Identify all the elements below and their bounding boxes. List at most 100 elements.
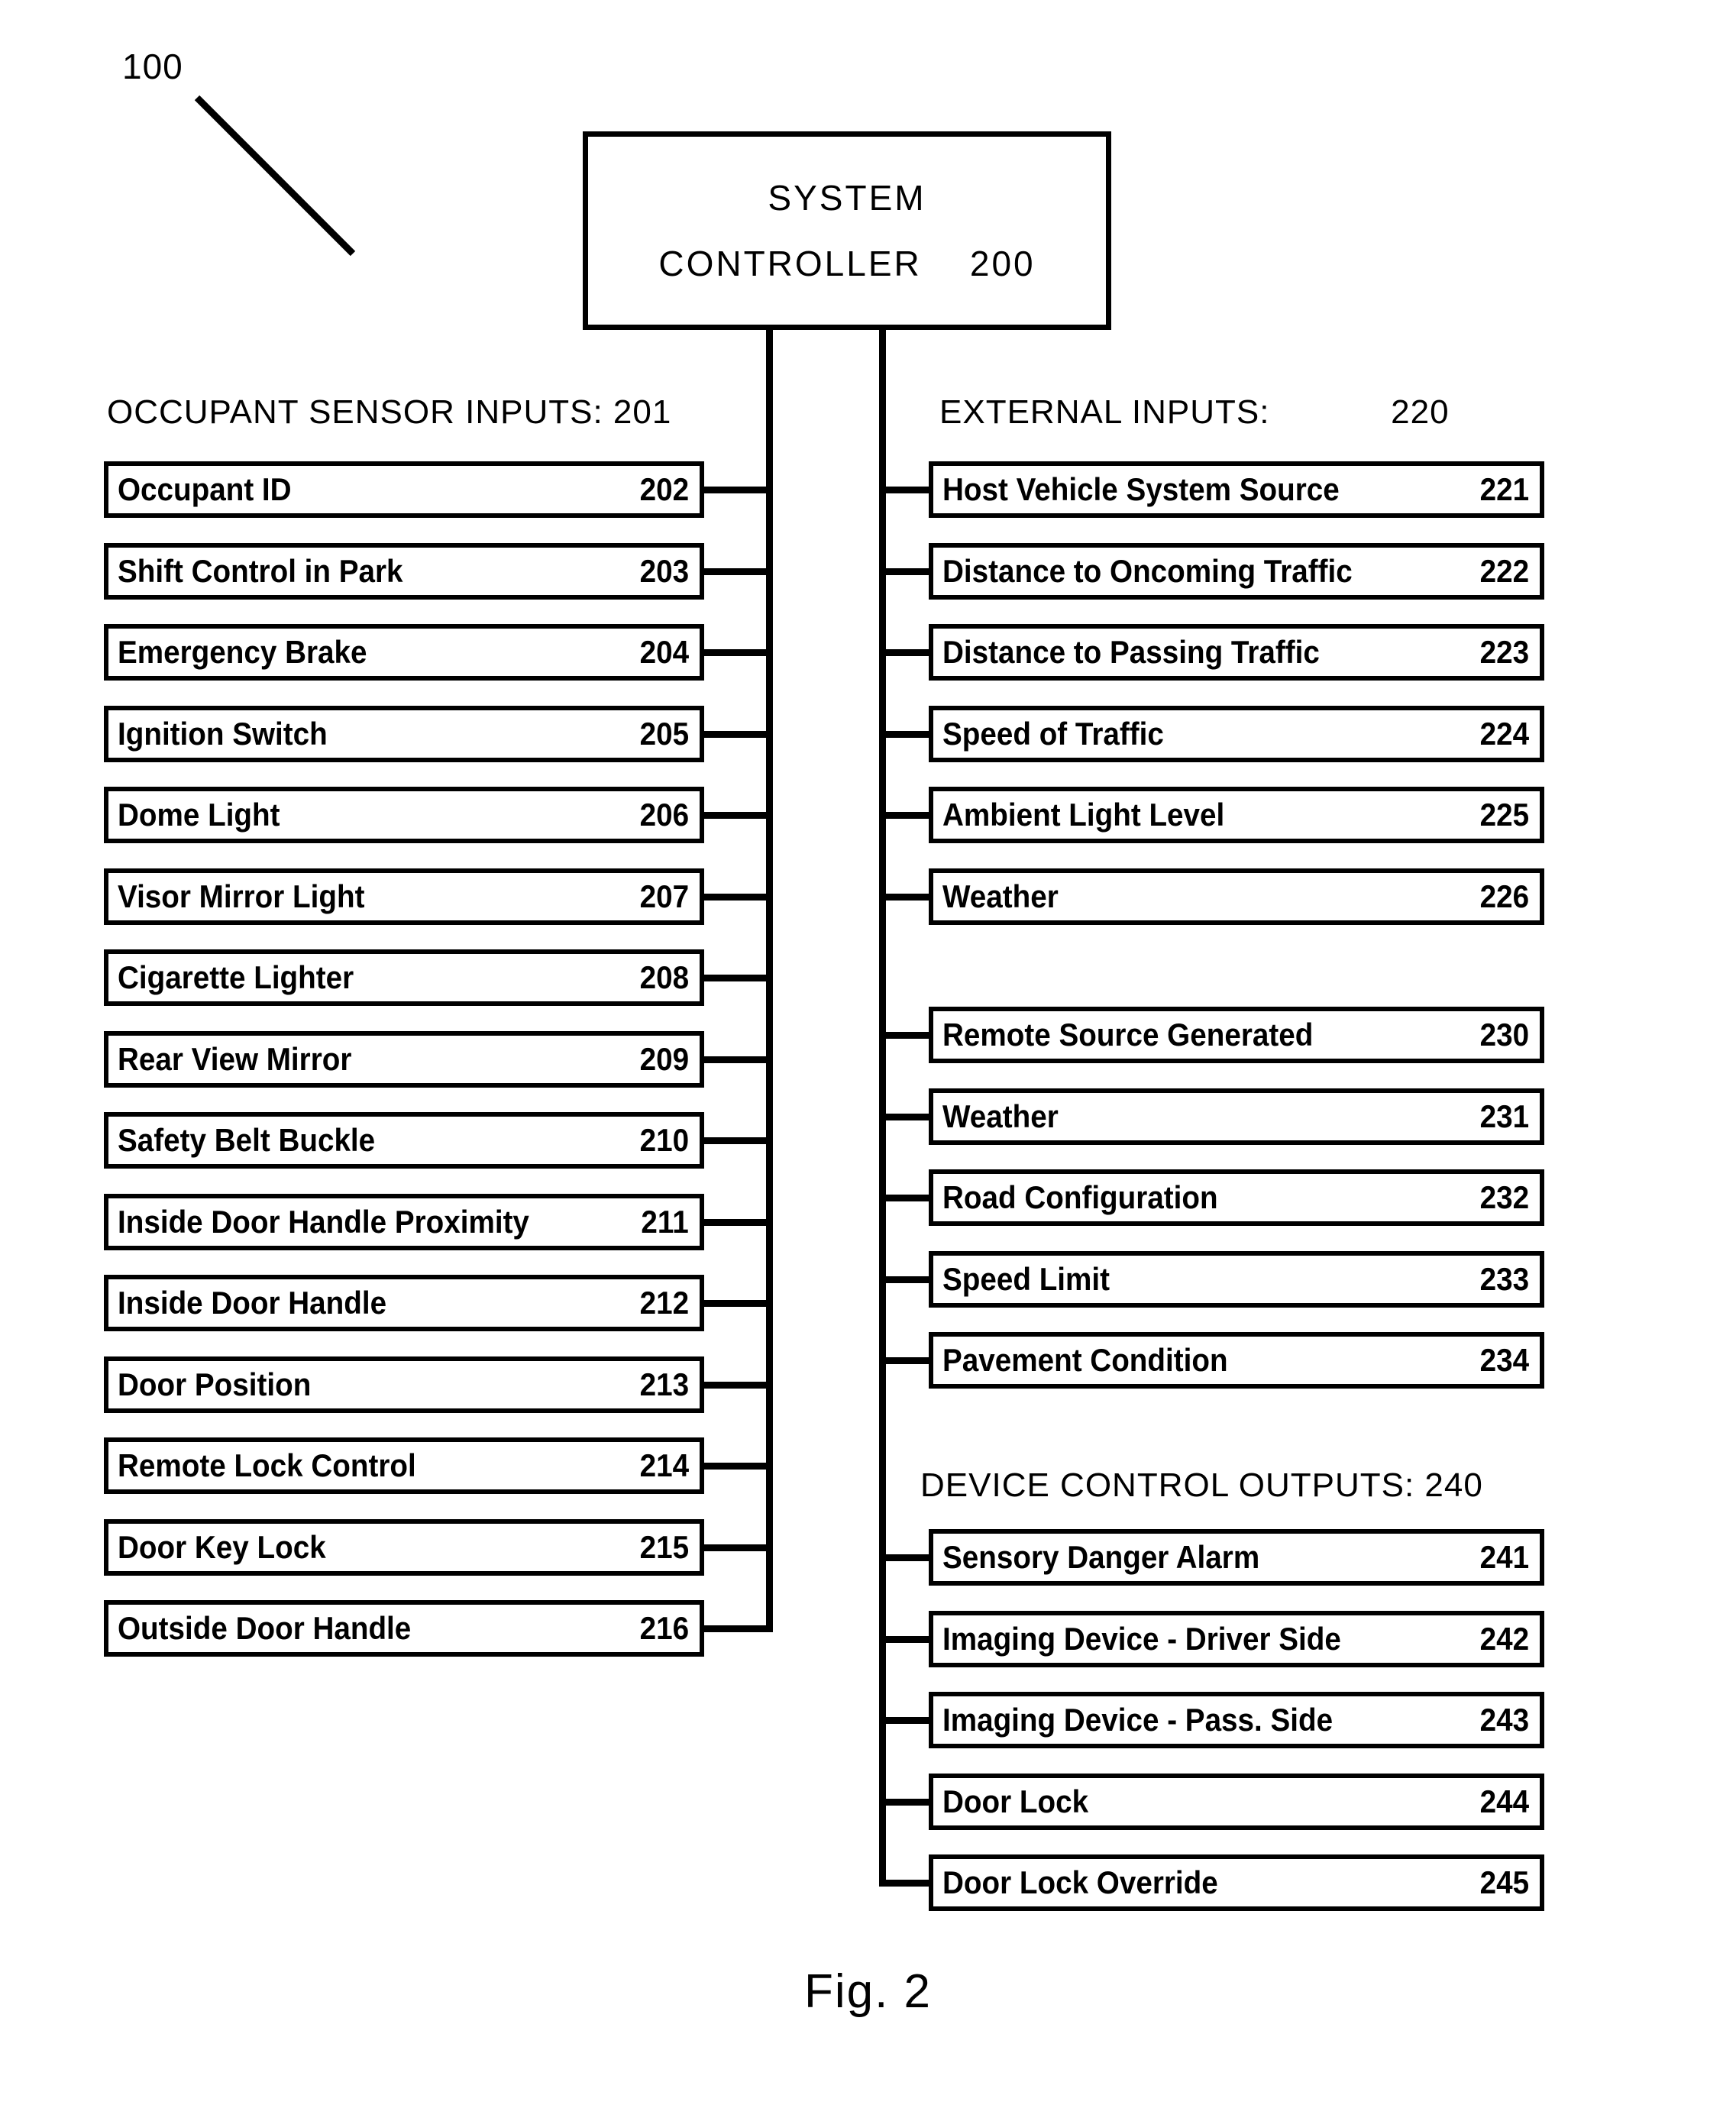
block-numeral-244: 244 [1479, 1783, 1529, 1819]
block-label-204: Emergency Brake [118, 634, 367, 670]
block-label-226: Weather [942, 878, 1059, 914]
block-234: Pavement Condition 234 [929, 1332, 1544, 1389]
block-label-245: Door Lock Override [942, 1864, 1218, 1900]
block-245: Door Lock Override 245 [929, 1854, 1544, 1911]
connector-233 [879, 1276, 933, 1283]
connector-241 [879, 1554, 933, 1561]
block-212: Inside Door Handle 212 [104, 1275, 704, 1331]
block-numeral-225: 225 [1479, 797, 1529, 833]
block-label-242: Imaging Device - Driver Side [942, 1620, 1341, 1657]
block-numeral-215: 215 [639, 1528, 689, 1565]
block-label-232: Road Configuration [942, 1179, 1218, 1215]
block-205: Ignition Switch 205 [104, 705, 704, 762]
block-numeral-204: 204 [639, 634, 689, 670]
block-numeral-221: 221 [1479, 471, 1529, 507]
block-label-206: Dome Light [118, 797, 280, 833]
block-203: Shift Control in Park 203 [104, 542, 704, 600]
block-226: Weather 226 [929, 868, 1544, 925]
block-232: Road Configuration 232 [929, 1169, 1544, 1226]
block-223: Distance to Passing Traffic 223 [929, 624, 1544, 681]
block-numeral-205: 205 [639, 715, 689, 752]
connector-225 [879, 812, 933, 819]
connector-231 [879, 1113, 933, 1120]
connector-230 [879, 1032, 933, 1039]
block-label-231: Weather [942, 1098, 1059, 1134]
figure-caption: Fig. 2 [803, 1965, 933, 2018]
connector-215 [701, 1544, 770, 1551]
connector-212 [701, 1300, 770, 1307]
connector-213 [701, 1381, 770, 1389]
connector-223 [879, 649, 933, 656]
block-204: Emergency Brake 204 [104, 624, 704, 681]
block-numeral-206: 206 [639, 797, 689, 833]
bus-line-right [879, 327, 886, 1887]
block-numeral-231: 231 [1479, 1098, 1529, 1134]
block-231: Weather 231 [929, 1088, 1544, 1145]
block-label-222: Distance to Oncoming Traffic [942, 552, 1353, 589]
block-label-221: Host Vehicle System Source [942, 471, 1340, 507]
block-numeral-232: 232 [1479, 1179, 1529, 1215]
connector-210 [701, 1137, 770, 1144]
block-label-202: Occupant ID [118, 471, 292, 507]
block-numeral-230: 230 [1479, 1017, 1529, 1052]
block-label-214: Remote Lock Control [118, 1447, 416, 1483]
block-233: Speed Limit 233 [929, 1250, 1544, 1308]
block-numeral-216: 216 [639, 1610, 689, 1646]
block-numeral-241: 241 [1479, 1539, 1529, 1575]
block-numeral-202: 202 [639, 471, 689, 507]
block-numeral-243: 243 [1479, 1702, 1529, 1738]
block-215: Door Key Lock 215 [104, 1518, 704, 1576]
connector-243 [879, 1717, 933, 1724]
block-label-243: Imaging Device - Pass. Side [942, 1702, 1334, 1738]
block-numeral-245: 245 [1479, 1864, 1529, 1900]
connector-216 [701, 1625, 770, 1632]
block-label-207: Visor Mirror Light [118, 878, 365, 914]
block-numeral-209: 209 [639, 1040, 689, 1077]
block-222: Distance to Oncoming Traffic 222 [929, 542, 1544, 600]
block-224: Speed of Traffic 224 [929, 705, 1544, 762]
heading-device-control-outputs: DEVICE CONTROL OUTPUTS: 240 [920, 1466, 1483, 1504]
block-numeral-203: 203 [639, 552, 689, 589]
block-numeral-222: 222 [1479, 552, 1529, 589]
connector-242 [879, 1635, 933, 1643]
connector-206 [701, 812, 770, 819]
block-label-210: Safety Belt Buckle [118, 1122, 376, 1158]
block-202: Occupant ID 202 [104, 461, 704, 518]
block-label-208: Cigarette Lighter [118, 959, 354, 995]
connector-222 [879, 567, 933, 575]
block-numeral-242: 242 [1479, 1620, 1529, 1657]
connector-226 [879, 893, 933, 901]
block-numeral-207: 207 [639, 878, 689, 914]
block-243: Imaging Device - Pass. Side 243 [929, 1692, 1544, 1748]
connector-245 [879, 1880, 933, 1887]
connector-207 [701, 893, 770, 901]
block-214: Remote Lock Control 214 [104, 1437, 704, 1494]
block-label-244: Door Lock [942, 1783, 1089, 1819]
block-210: Safety Belt Buckle 210 [104, 1112, 704, 1169]
block-numeral-212: 212 [639, 1285, 689, 1321]
connector-205 [701, 730, 770, 738]
block-221: Host Vehicle System Source 221 [929, 461, 1544, 518]
block-244: Door Lock 244 [929, 1773, 1544, 1830]
connector-224 [879, 730, 933, 738]
connector-244 [879, 1798, 933, 1806]
block-209: Rear View Mirror 209 [104, 1030, 704, 1088]
block-242: Imaging Device - Driver Side 242 [929, 1610, 1544, 1667]
block-225: Ambient Light Level 225 [929, 787, 1544, 843]
block-label-211: Inside Door Handle Proximity [118, 1203, 529, 1240]
block-numeral-214: 214 [639, 1447, 689, 1483]
block-numeral-224: 224 [1479, 715, 1529, 752]
block-label-213: Door Position [118, 1366, 312, 1402]
block-numeral-208: 208 [639, 959, 689, 995]
block-label-233: Speed Limit [942, 1260, 1110, 1297]
block-211: Inside Door Handle Proximity 211 [104, 1193, 704, 1250]
block-label-225: Ambient Light Level [942, 797, 1225, 833]
block-208: Cigarette Lighter 208 [104, 949, 704, 1006]
block-numeral-226: 226 [1479, 878, 1529, 914]
connector-232 [879, 1195, 933, 1201]
block-label-215: Door Key Lock [118, 1528, 326, 1565]
connector-234 [879, 1357, 933, 1364]
block-label-203: Shift Control in Park [118, 552, 403, 589]
block-230: Remote Source Generated 230 [929, 1007, 1544, 1063]
block-numeral-234: 234 [1479, 1342, 1529, 1378]
